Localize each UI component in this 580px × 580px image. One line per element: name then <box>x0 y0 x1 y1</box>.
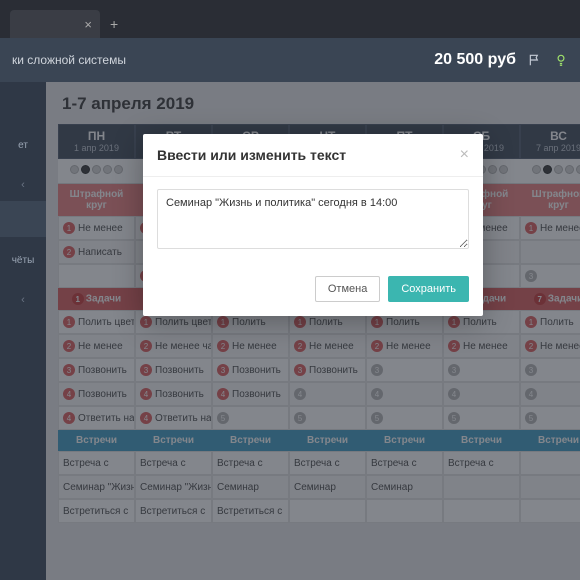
app-bar: ки сложной системы 20 500 руб <box>0 38 580 82</box>
breadcrumb: ки сложной системы <box>12 53 126 67</box>
newtab-button[interactable]: + <box>100 16 128 38</box>
sidebar-item-reports[interactable]: чёты <box>0 237 46 284</box>
close-icon[interactable]: × <box>460 146 469 164</box>
cancel-button[interactable]: Отмена <box>315 276 380 302</box>
modal-title: Ввести или изменить текст <box>157 147 346 163</box>
flag-icon[interactable] <box>528 53 542 67</box>
balance-amount: 20 500 руб <box>434 51 516 69</box>
sidebar: ет ‹ чёты ‹ <box>0 82 46 580</box>
edit-text-modal: Ввести или изменить текст × Отмена Сохра… <box>143 134 483 316</box>
calendar-content: 1-7 апреля 2019 ПН1 апр 2019ВТ2 апр 2019… <box>46 82 580 580</box>
browser-tabstrip: × + <box>0 0 580 38</box>
modal-textarea[interactable] <box>157 189 469 249</box>
browser-tab[interactable]: × <box>10 10 100 38</box>
save-button[interactable]: Сохранить <box>388 276 469 302</box>
sidebar-item-0[interactable]: ет <box>0 122 46 169</box>
modal-overlay[interactable]: Ввести или изменить текст × Отмена Сохра… <box>46 82 580 580</box>
chevron-left-icon[interactable]: ‹ <box>0 169 46 201</box>
close-icon[interactable]: × <box>84 17 92 32</box>
lightbulb-icon[interactable] <box>554 53 568 67</box>
chevron-left-icon[interactable]: ‹ <box>0 284 46 316</box>
sidebar-item-active[interactable] <box>0 201 46 237</box>
